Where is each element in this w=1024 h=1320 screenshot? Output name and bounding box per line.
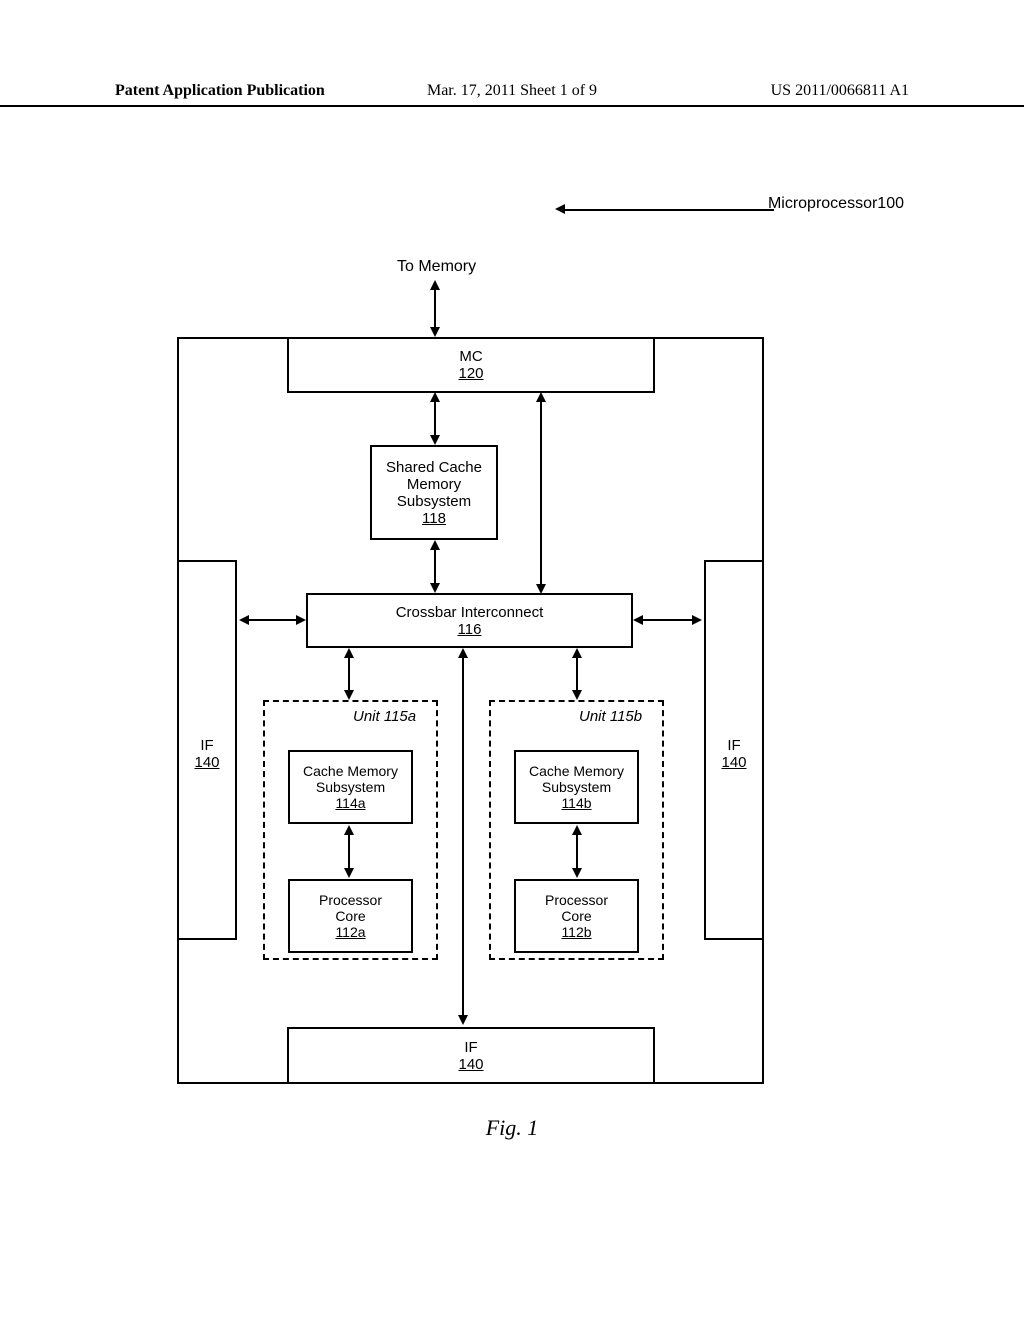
arrowhead-cache-up xyxy=(430,540,440,550)
unit-a-label: Unit 115a xyxy=(353,708,416,725)
arrowhead-memory-up xyxy=(430,280,440,290)
arrowhead-ifright-l xyxy=(633,615,643,625)
arrow-mc-cache xyxy=(434,400,436,437)
microprocessor-label: Microprocessor100 xyxy=(768,195,904,213)
proc-a-box: Processor Core 112a xyxy=(288,879,413,953)
arrow-cross-ifright xyxy=(642,619,692,621)
if-left-ref: 140 xyxy=(194,754,219,771)
arrowhead-procb-up xyxy=(572,825,582,835)
cache-b-ref: 114b xyxy=(561,795,591,811)
mp-pointer-arrow xyxy=(555,204,565,214)
if-bottom-label: IF xyxy=(464,1039,477,1056)
arrowhead-ifright-r xyxy=(692,615,702,625)
proc-a-line2: Core xyxy=(335,908,365,924)
shared-cache-box: Shared Cache Memory Subsystem 118 xyxy=(370,445,498,540)
shared-cache-ref: 118 xyxy=(422,510,446,527)
cache-a-box: Cache Memory Subsystem 114a xyxy=(288,750,413,824)
arrow-cross-unitb xyxy=(576,656,578,692)
if-bottom-box: IF 140 xyxy=(287,1027,655,1084)
arrowhead-ifleft-l xyxy=(239,615,249,625)
crossbar-label: Crossbar Interconnect xyxy=(396,604,544,621)
cache-b-line2: Subsystem xyxy=(542,779,611,795)
arrowhead-ifbot-up xyxy=(458,648,468,658)
crossbar-ref: 116 xyxy=(458,621,482,638)
mc-box: MC 120 xyxy=(287,337,655,393)
arrowhead-procb-down xyxy=(572,868,582,878)
unit-b-label: Unit 115b xyxy=(579,708,642,725)
if-right-box: IF 140 xyxy=(704,560,764,940)
header-center: Mar. 17, 2011 Sheet 1 of 9 xyxy=(427,82,597,100)
arrow-cross-ifbottom xyxy=(462,656,464,1016)
arrow-memory-mc xyxy=(434,288,436,328)
arrowhead-proca-up xyxy=(344,825,354,835)
proc-a-ref: 112a xyxy=(335,924,365,940)
arrowhead-ifleft-r xyxy=(296,615,306,625)
mp-pointer-line xyxy=(564,209,774,211)
figure-label: Fig. 1 xyxy=(486,1115,539,1141)
arrowhead-mc-cross-up xyxy=(536,392,546,402)
header-divider xyxy=(0,105,1024,107)
shared-cache-line3: Subsystem xyxy=(397,493,471,510)
arrowhead-ifbot-down xyxy=(458,1015,468,1025)
cache-a-line1: Cache Memory xyxy=(303,763,398,779)
arrowhead-unitb-down xyxy=(572,690,582,700)
arrow-cross-unita xyxy=(348,656,350,692)
arrow-cacheb-procb xyxy=(576,833,578,870)
proc-b-line2: Core xyxy=(561,908,591,924)
cache-b-line1: Cache Memory xyxy=(529,763,624,779)
arrowhead-unita-up xyxy=(344,648,354,658)
arrowhead-unita-down xyxy=(344,690,354,700)
crossbar-box: Crossbar Interconnect 116 xyxy=(306,593,633,648)
mc-label: MC xyxy=(459,348,482,365)
arrow-cache-crossbar xyxy=(434,549,436,585)
cache-a-line2: Subsystem xyxy=(316,779,385,795)
arrow-cachea-proca xyxy=(348,833,350,870)
cache-a-ref: 114a xyxy=(335,795,365,811)
proc-b-box: Processor Core 112b xyxy=(514,879,639,953)
mc-ref: 120 xyxy=(458,365,483,382)
to-memory-label: To Memory xyxy=(397,258,476,276)
arrowhead-proca-down xyxy=(344,868,354,878)
arrowhead-unitb-up xyxy=(572,648,582,658)
arrowhead-cache-down xyxy=(430,583,440,593)
shared-cache-line1: Shared Cache xyxy=(386,459,482,476)
cache-b-box: Cache Memory Subsystem 114b xyxy=(514,750,639,824)
arrow-cross-ifleft xyxy=(248,619,298,621)
page-header: Patent Application Publication Mar. 17, … xyxy=(0,82,1024,100)
arrow-mc-crossbar xyxy=(540,400,542,586)
if-right-ref: 140 xyxy=(721,754,746,771)
header-left: Patent Application Publication xyxy=(115,82,325,100)
unit-a-text: Unit 115a xyxy=(353,708,416,725)
arrowhead-mc-down xyxy=(430,435,440,445)
if-left-label: IF xyxy=(200,737,213,754)
shared-cache-line2: Memory xyxy=(407,476,461,493)
arrowhead-mc-up xyxy=(430,392,440,402)
arrowhead-memory-down xyxy=(430,327,440,337)
if-bottom-ref: 140 xyxy=(458,1056,483,1073)
if-right-label: IF xyxy=(727,737,740,754)
header-right: US 2011/0066811 A1 xyxy=(771,82,909,100)
if-left-box: IF 140 xyxy=(177,560,237,940)
proc-b-ref: 112b xyxy=(561,924,591,940)
proc-a-line1: Processor xyxy=(319,892,382,908)
unit-b-text: Unit 115b xyxy=(579,708,642,725)
proc-b-line1: Processor xyxy=(545,892,608,908)
